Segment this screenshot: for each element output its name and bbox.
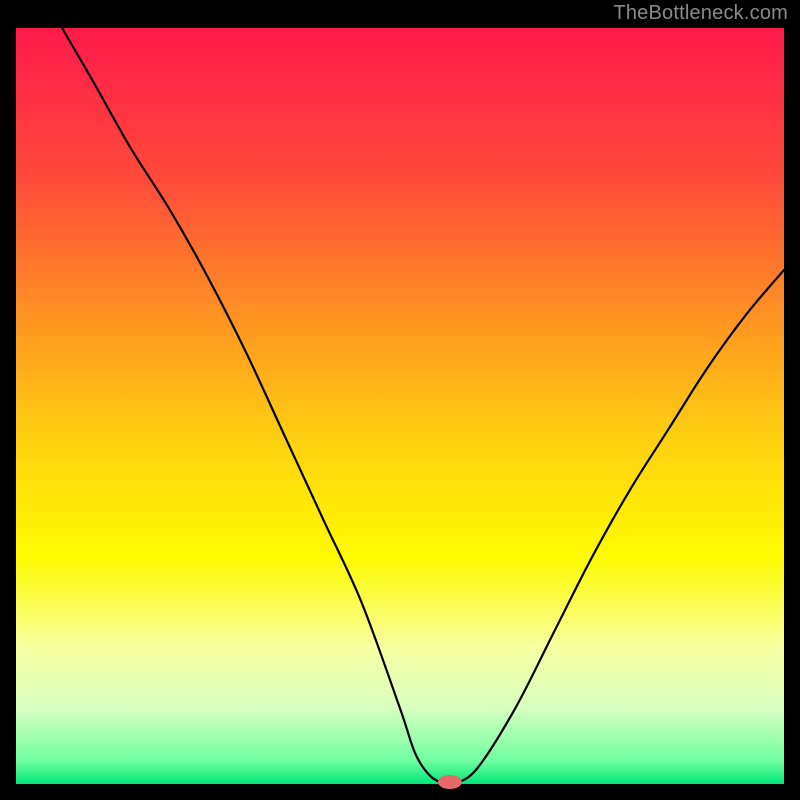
plot-background	[16, 28, 784, 784]
attribution-label: TheBottleneck.com	[613, 2, 788, 25]
chart-container: TheBottleneck.com	[0, 0, 800, 800]
bottleneck-chart	[0, 0, 800, 800]
optimal-marker	[438, 775, 462, 789]
